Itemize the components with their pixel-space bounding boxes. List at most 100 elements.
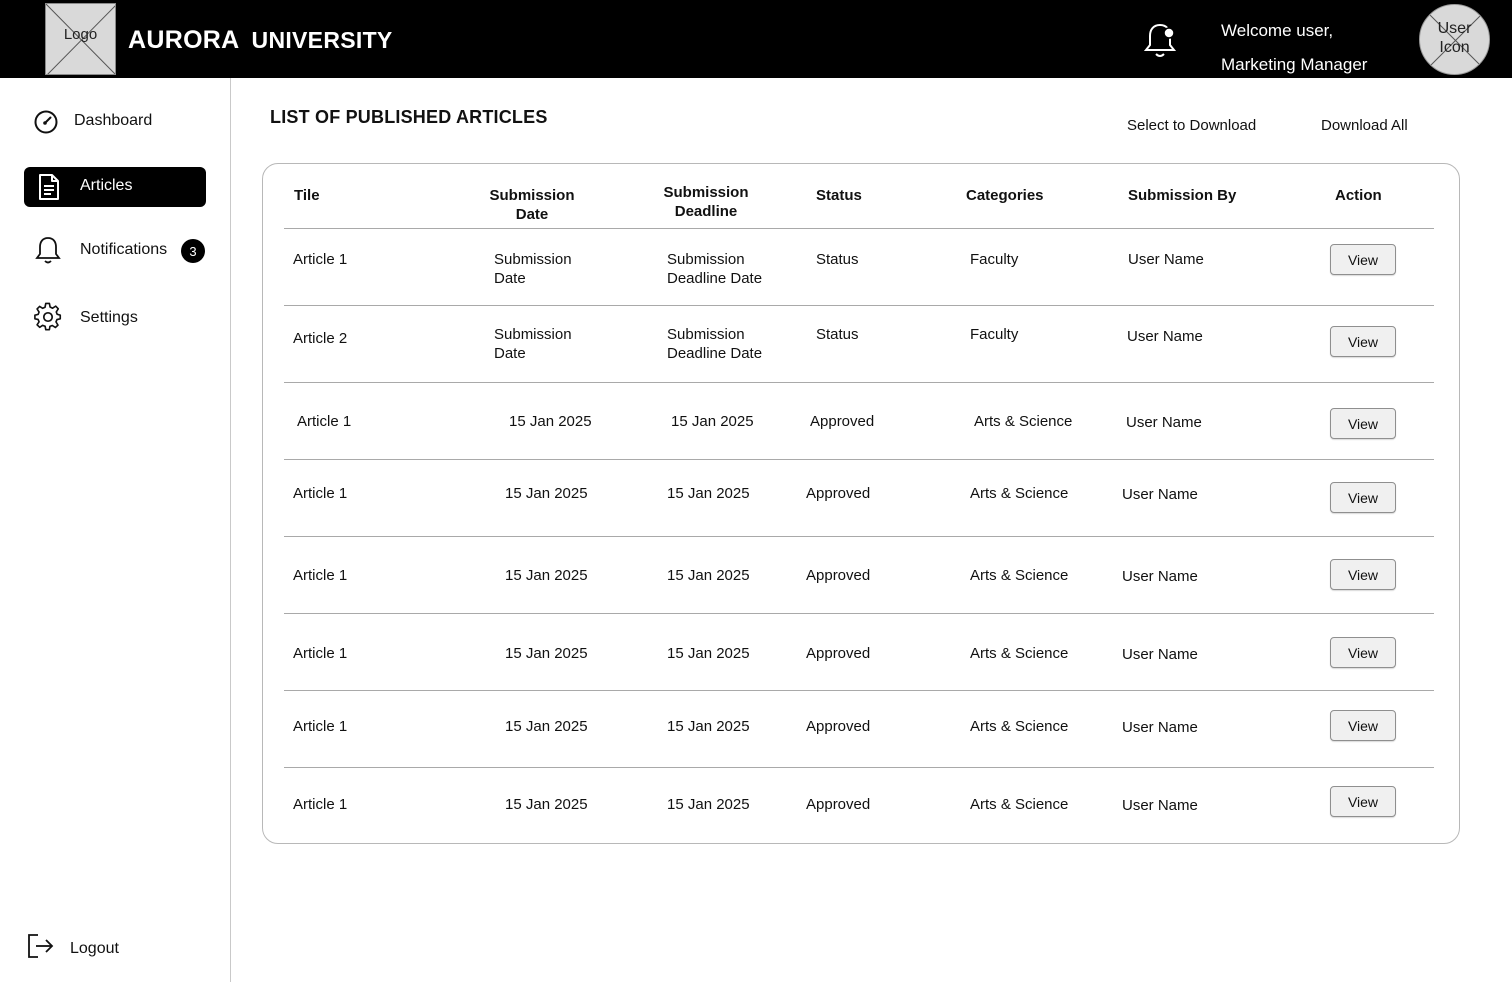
table-row: Article 2 Submission Date Submission Dea…	[284, 305, 1434, 382]
cell-submission-by: User Name	[1122, 646, 1198, 663]
view-button[interactable]: View	[1330, 637, 1396, 668]
gear-icon	[34, 302, 62, 331]
table-row: Article 1 15 Jan 2025 15 Jan 2025 Approv…	[284, 613, 1434, 690]
select-to-download-button[interactable]: Select to Download	[1127, 117, 1256, 134]
cell-deadline: 15 Jan 2025	[667, 485, 750, 502]
cell-deadline: 15 Jan 2025	[667, 567, 750, 584]
cell-status: Approved	[810, 413, 875, 430]
cell-title: Article 1	[293, 718, 348, 735]
table-row: Article 1 15 Jan 2025 15 Jan 2025 Approv…	[284, 382, 1434, 459]
cell-category: Arts & Science	[970, 796, 1069, 813]
table-row: Article 1 15 Jan 2025 15 Jan 2025 Approv…	[284, 459, 1434, 536]
view-button[interactable]: View	[1330, 786, 1396, 817]
table-row: Article 1 15 Jan 2025 15 Jan 2025 Approv…	[284, 690, 1434, 767]
cell-deadline: 15 Jan 2025	[667, 645, 750, 662]
cell-submission-by: User Name	[1127, 328, 1203, 345]
cell-status: Approved	[806, 718, 871, 735]
view-button[interactable]: View	[1330, 482, 1396, 513]
brand-secondary: UNIVERSITY	[251, 27, 393, 53]
sidebar-item-dashboard[interactable]: Dashboard	[24, 102, 206, 142]
view-button[interactable]: View	[1330, 710, 1396, 741]
logout-button[interactable]: Logout	[24, 930, 144, 966]
welcome-text: Welcome user, Marketing Manager	[1221, 14, 1367, 82]
table-row: Article 1 15 Jan 2025 15 Jan 2025 Approv…	[284, 536, 1434, 613]
cell-submission-by: User Name	[1122, 568, 1198, 585]
view-button[interactable]: View	[1330, 559, 1396, 590]
document-icon	[35, 173, 63, 201]
logout-label: Logout	[70, 940, 119, 957]
sidebar-item-label: Dashboard	[74, 112, 153, 129]
cell-submission-by: User Name	[1122, 797, 1198, 814]
avatar-label: User Icon	[1420, 19, 1489, 57]
sidebar-item-articles[interactable]: Articles	[24, 167, 206, 207]
cell-title: Article 1	[293, 251, 348, 268]
cell-category: Arts & Science	[974, 413, 1073, 430]
cell-category: Arts & Science	[970, 645, 1069, 662]
header-submission-date: Submission Date	[489, 187, 575, 223]
cell-category: Faculty	[970, 326, 1019, 343]
sidebar-item-label: Notifications	[80, 241, 168, 258]
notification-count-badge: 3	[181, 239, 205, 263]
cell-submission-date: Submission Date	[494, 326, 572, 362]
cell-title: Article 1	[293, 645, 348, 662]
cell-category: Arts & Science	[970, 718, 1069, 735]
view-button[interactable]: View	[1330, 244, 1396, 275]
cell-title: Article 1	[297, 413, 352, 430]
cell-category: Arts & Science	[970, 567, 1069, 584]
cell-status: Approved	[806, 645, 871, 662]
articles-table: Tile Submission Date Submission Deadline…	[262, 163, 1460, 844]
cell-status: Approved	[806, 567, 871, 584]
cell-category: Arts & Science	[970, 485, 1069, 502]
brand-name: AURORA UNIVERSITY	[128, 26, 393, 55]
header-action: Action	[1335, 187, 1382, 204]
user-avatar[interactable]: User Icon	[1419, 4, 1490, 75]
cell-title: Article 1	[293, 567, 348, 584]
sidebar: Dashboard Articles Notifications 3 Setti…	[0, 78, 231, 982]
download-all-button[interactable]: Download All	[1321, 117, 1408, 134]
cell-deadline: 15 Jan 2025	[667, 796, 750, 813]
cell-submission-date: 15 Jan 2025	[509, 413, 592, 430]
header-status: Status	[816, 187, 862, 204]
bell-icon	[34, 236, 62, 264]
header-submission-by: Submission By	[1128, 187, 1237, 204]
cell-submission-date: Submission Date	[494, 251, 572, 287]
cell-submission-date: 15 Jan 2025	[505, 485, 588, 502]
table-row: Article 1 Submission Date Submission Dea…	[284, 228, 1434, 305]
cell-submission-by: User Name	[1122, 719, 1198, 736]
header-categories: Categories	[966, 187, 1044, 204]
logo-placeholder: Logo	[45, 3, 116, 75]
sidebar-item-label: Articles	[80, 177, 133, 194]
cell-submission-date: 15 Jan 2025	[505, 796, 588, 813]
welcome-role: Marketing Manager	[1221, 55, 1368, 74]
sidebar-item-notifications[interactable]: Notifications 3	[24, 231, 206, 271]
view-button[interactable]: View	[1330, 408, 1396, 439]
header-title: Tile	[294, 187, 320, 204]
gauge-icon	[32, 108, 60, 136]
sidebar-item-settings[interactable]: Settings	[24, 298, 206, 338]
logout-icon	[26, 932, 54, 965]
cell-submission-date: 15 Jan 2025	[505, 645, 588, 662]
brand-primary: AURORA	[128, 26, 240, 54]
avatar-label-line1: User	[1437, 20, 1472, 37]
cell-category: Faculty	[970, 251, 1019, 268]
top-header: Logo AURORA UNIVERSITY Welcome user, Mark…	[0, 0, 1512, 78]
cell-status: Approved	[806, 796, 871, 813]
cell-status: Status	[816, 251, 859, 268]
cell-title: Article 1	[293, 796, 348, 813]
table-row: Article 1 15 Jan 2025 15 Jan 2025 Approv…	[284, 767, 1434, 841]
cell-deadline: 15 Jan 2025	[667, 718, 750, 735]
cell-submission-date: 15 Jan 2025	[505, 567, 588, 584]
sidebar-item-label: Settings	[80, 309, 138, 326]
view-button[interactable]: View	[1330, 326, 1396, 357]
header-submission-deadline: Submission Deadline	[663, 184, 749, 220]
bell-icon	[1143, 23, 1177, 57]
cell-title: Article 1	[293, 485, 348, 502]
cell-deadline: Submission Deadline Date	[667, 251, 763, 287]
cell-status: Status	[816, 326, 859, 343]
page-title: LIST OF PUBLISHED ARTICLES	[270, 107, 548, 127]
cell-submission-by: User Name	[1126, 414, 1202, 431]
cell-title: Article 2	[293, 330, 348, 347]
welcome-greeting: Welcome user,	[1221, 21, 1334, 40]
cell-deadline: Submission Deadline Date	[667, 326, 763, 362]
notification-bell-button[interactable]	[1142, 20, 1178, 60]
